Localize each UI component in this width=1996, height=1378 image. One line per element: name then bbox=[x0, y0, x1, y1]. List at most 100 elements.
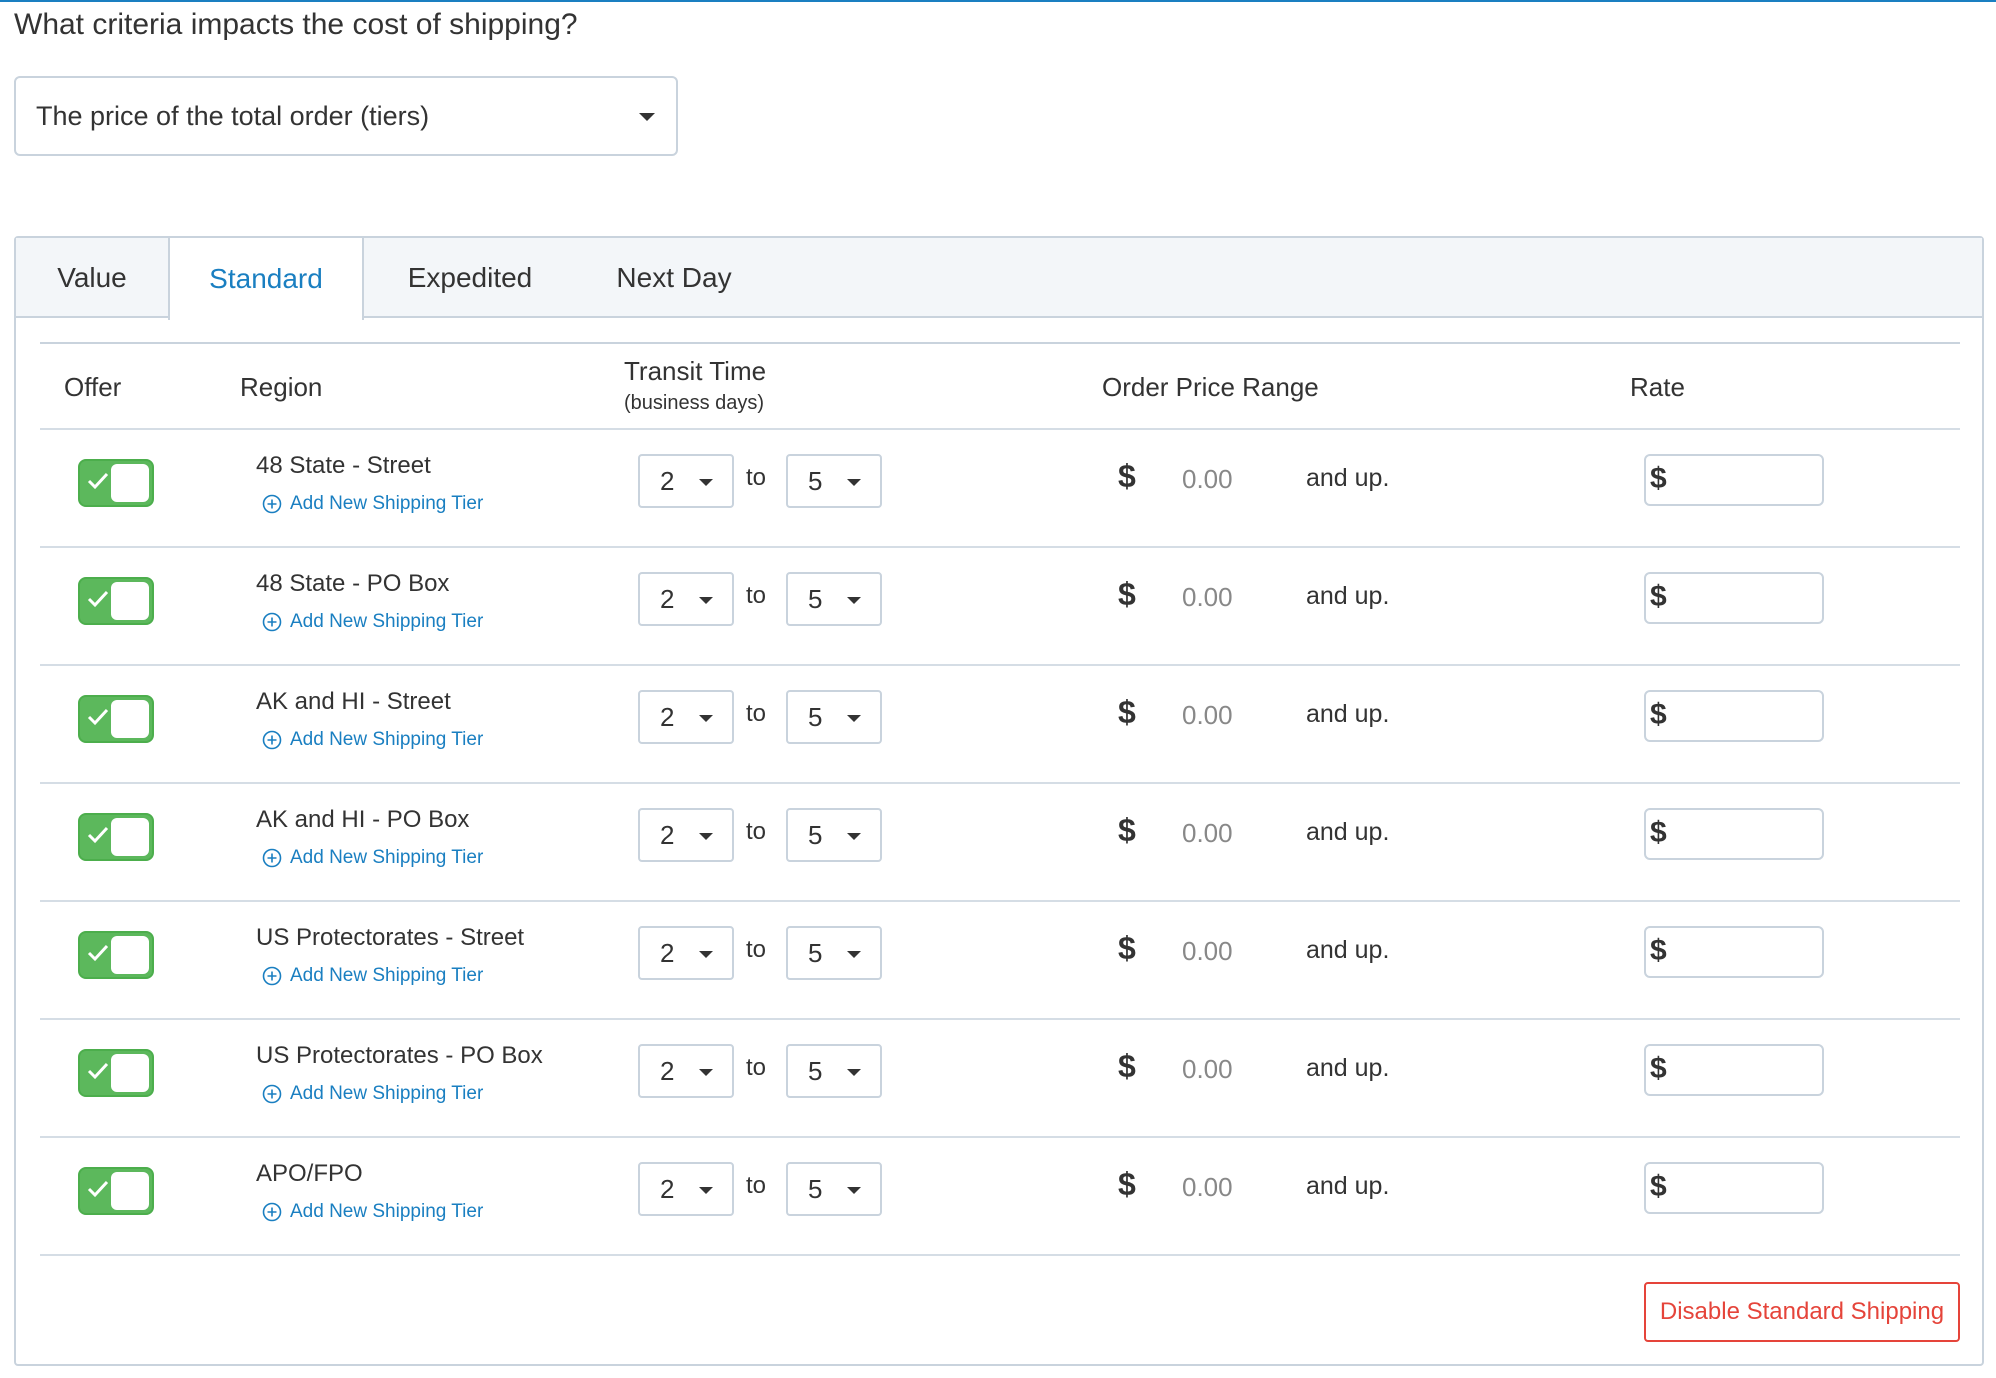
caret-down-icon bbox=[699, 833, 713, 840]
transit-from-select[interactable]: 2 bbox=[638, 926, 734, 980]
plus-circle-icon bbox=[262, 1202, 282, 1222]
toggle-knob bbox=[111, 1054, 149, 1092]
table-row: US Protectorates - PO Box Add New Shippi… bbox=[40, 1020, 1960, 1138]
table-row: AK and HI - Street Add New Shipping Tier… bbox=[40, 666, 1960, 784]
transit-to-select[interactable]: 5 bbox=[786, 1162, 882, 1216]
transit-to-select[interactable]: 5 bbox=[786, 808, 882, 862]
rate-currency-symbol: $ bbox=[1650, 698, 1667, 731]
transit-to-select[interactable]: 5 bbox=[786, 926, 882, 980]
tab-standard[interactable]: Standard bbox=[168, 238, 364, 320]
transit-to-select[interactable]: 5 bbox=[786, 690, 882, 744]
offer-toggle[interactable] bbox=[78, 813, 154, 861]
transit-to-word: to bbox=[746, 700, 767, 727]
caret-down-icon bbox=[639, 113, 655, 121]
add-shipping-tier-link[interactable]: Add New Shipping Tier bbox=[262, 611, 483, 633]
top-accent-rule bbox=[0, 0, 1996, 2]
price-range-suffix: and up. bbox=[1306, 1172, 1390, 1200]
region-name: US Protectorates - Street bbox=[256, 924, 525, 951]
toggle-knob bbox=[111, 936, 149, 974]
transit-to-value: 5 bbox=[808, 937, 823, 968]
offer-toggle[interactable] bbox=[78, 577, 154, 625]
table-row: AK and HI - PO Box Add New Shipping Tier… bbox=[40, 784, 1960, 902]
transit-to-select[interactable]: 5 bbox=[786, 1044, 882, 1098]
rate-currency-symbol: $ bbox=[1650, 462, 1667, 495]
offer-toggle[interactable] bbox=[78, 1049, 154, 1097]
toggle-knob bbox=[111, 818, 149, 856]
transit-to-value: 5 bbox=[808, 583, 823, 614]
toggle-knob bbox=[111, 1172, 149, 1210]
transit-from-select[interactable]: 2 bbox=[638, 690, 734, 744]
caret-down-icon bbox=[847, 715, 861, 722]
header-region: Region bbox=[240, 372, 323, 402]
disable-standard-shipping-button[interactable]: Disable Standard Shipping bbox=[1644, 1282, 1960, 1342]
caret-down-icon bbox=[699, 715, 713, 722]
plus-circle-icon bbox=[262, 848, 282, 868]
transit-from-value: 2 bbox=[660, 701, 675, 732]
transit-from-value: 2 bbox=[660, 1055, 675, 1086]
rate-input[interactable]: $ bbox=[1644, 1044, 1824, 1096]
plus-circle-icon bbox=[262, 966, 282, 986]
transit-to-word: to bbox=[746, 582, 767, 609]
transit-to-value: 5 bbox=[808, 701, 823, 732]
table-top-divider bbox=[40, 342, 1960, 344]
rate-currency-symbol: $ bbox=[1650, 934, 1667, 967]
transit-to-word: to bbox=[746, 818, 767, 845]
transit-to-value: 5 bbox=[808, 1173, 823, 1204]
transit-from-select[interactable]: 2 bbox=[638, 572, 734, 626]
shipping-tabs: Value Standard Expedited Next Day bbox=[16, 238, 1982, 320]
tab-next-day[interactable]: Next Day bbox=[576, 238, 772, 318]
transit-from-value: 2 bbox=[660, 1173, 675, 1204]
offer-toggle[interactable] bbox=[78, 695, 154, 743]
rate-input[interactable]: $ bbox=[1644, 1162, 1824, 1214]
transit-to-value: 5 bbox=[808, 465, 823, 496]
offer-toggle[interactable] bbox=[78, 931, 154, 979]
region-name: APO/FPO bbox=[256, 1160, 363, 1187]
header-transit-subtitle: (business days) bbox=[624, 392, 765, 414]
transit-from-select[interactable]: 2 bbox=[638, 454, 734, 508]
check-icon bbox=[87, 1062, 109, 1080]
table-row: US Protectorates - Street Add New Shippi… bbox=[40, 902, 1960, 1020]
toggle-knob bbox=[111, 464, 149, 502]
transit-from-select[interactable]: 2 bbox=[638, 1162, 734, 1216]
add-shipping-tier-link[interactable]: Add New Shipping Tier bbox=[262, 493, 483, 515]
shipping-panel: Value Standard Expedited Next Day Offer … bbox=[14, 236, 1984, 1366]
price-currency-symbol: $ bbox=[1118, 458, 1136, 494]
price-currency-symbol: $ bbox=[1118, 930, 1136, 966]
criteria-select[interactable]: The price of the total order (tiers) bbox=[14, 76, 678, 156]
rate-input[interactable]: $ bbox=[1644, 572, 1824, 624]
transit-to-word: to bbox=[746, 936, 767, 963]
rate-input[interactable]: $ bbox=[1644, 454, 1824, 506]
header-offer: Offer bbox=[64, 372, 122, 402]
offer-toggle[interactable] bbox=[78, 459, 154, 507]
region-name: AK and HI - PO Box bbox=[256, 806, 470, 833]
caret-down-icon bbox=[847, 597, 861, 604]
add-shipping-tier-link[interactable]: Add New Shipping Tier bbox=[262, 1201, 483, 1223]
price-currency-symbol: $ bbox=[1118, 576, 1136, 612]
transit-to-select[interactable]: 5 bbox=[786, 454, 882, 508]
rate-currency-symbol: $ bbox=[1650, 1052, 1667, 1085]
transit-to-word: to bbox=[746, 1172, 767, 1199]
rate-input[interactable]: $ bbox=[1644, 808, 1824, 860]
price-range-suffix: and up. bbox=[1306, 1054, 1390, 1082]
add-shipping-tier-link[interactable]: Add New Shipping Tier bbox=[262, 729, 483, 751]
add-shipping-tier-link[interactable]: Add New Shipping Tier bbox=[262, 965, 483, 987]
transit-to-select[interactable]: 5 bbox=[786, 572, 882, 626]
rate-input[interactable]: $ bbox=[1644, 690, 1824, 742]
price-range-suffix: and up. bbox=[1306, 700, 1390, 728]
caret-down-icon bbox=[699, 1069, 713, 1076]
price-range-suffix: and up. bbox=[1306, 464, 1390, 492]
check-icon bbox=[87, 472, 109, 490]
transit-from-select[interactable]: 2 bbox=[638, 1044, 734, 1098]
transit-from-select[interactable]: 2 bbox=[638, 808, 734, 862]
region-name: 48 State - Street bbox=[256, 452, 431, 479]
price-range-start: 0.00 bbox=[1182, 936, 1233, 966]
tab-value[interactable]: Value bbox=[16, 238, 168, 318]
offer-toggle[interactable] bbox=[78, 1167, 154, 1215]
transit-to-word: to bbox=[746, 464, 767, 491]
tab-expedited[interactable]: Expedited bbox=[364, 238, 576, 318]
add-shipping-tier-link[interactable]: Add New Shipping Tier bbox=[262, 847, 483, 869]
add-shipping-tier-link[interactable]: Add New Shipping Tier bbox=[262, 1083, 483, 1105]
plus-circle-icon bbox=[262, 494, 282, 514]
check-icon bbox=[87, 708, 109, 726]
rate-input[interactable]: $ bbox=[1644, 926, 1824, 978]
